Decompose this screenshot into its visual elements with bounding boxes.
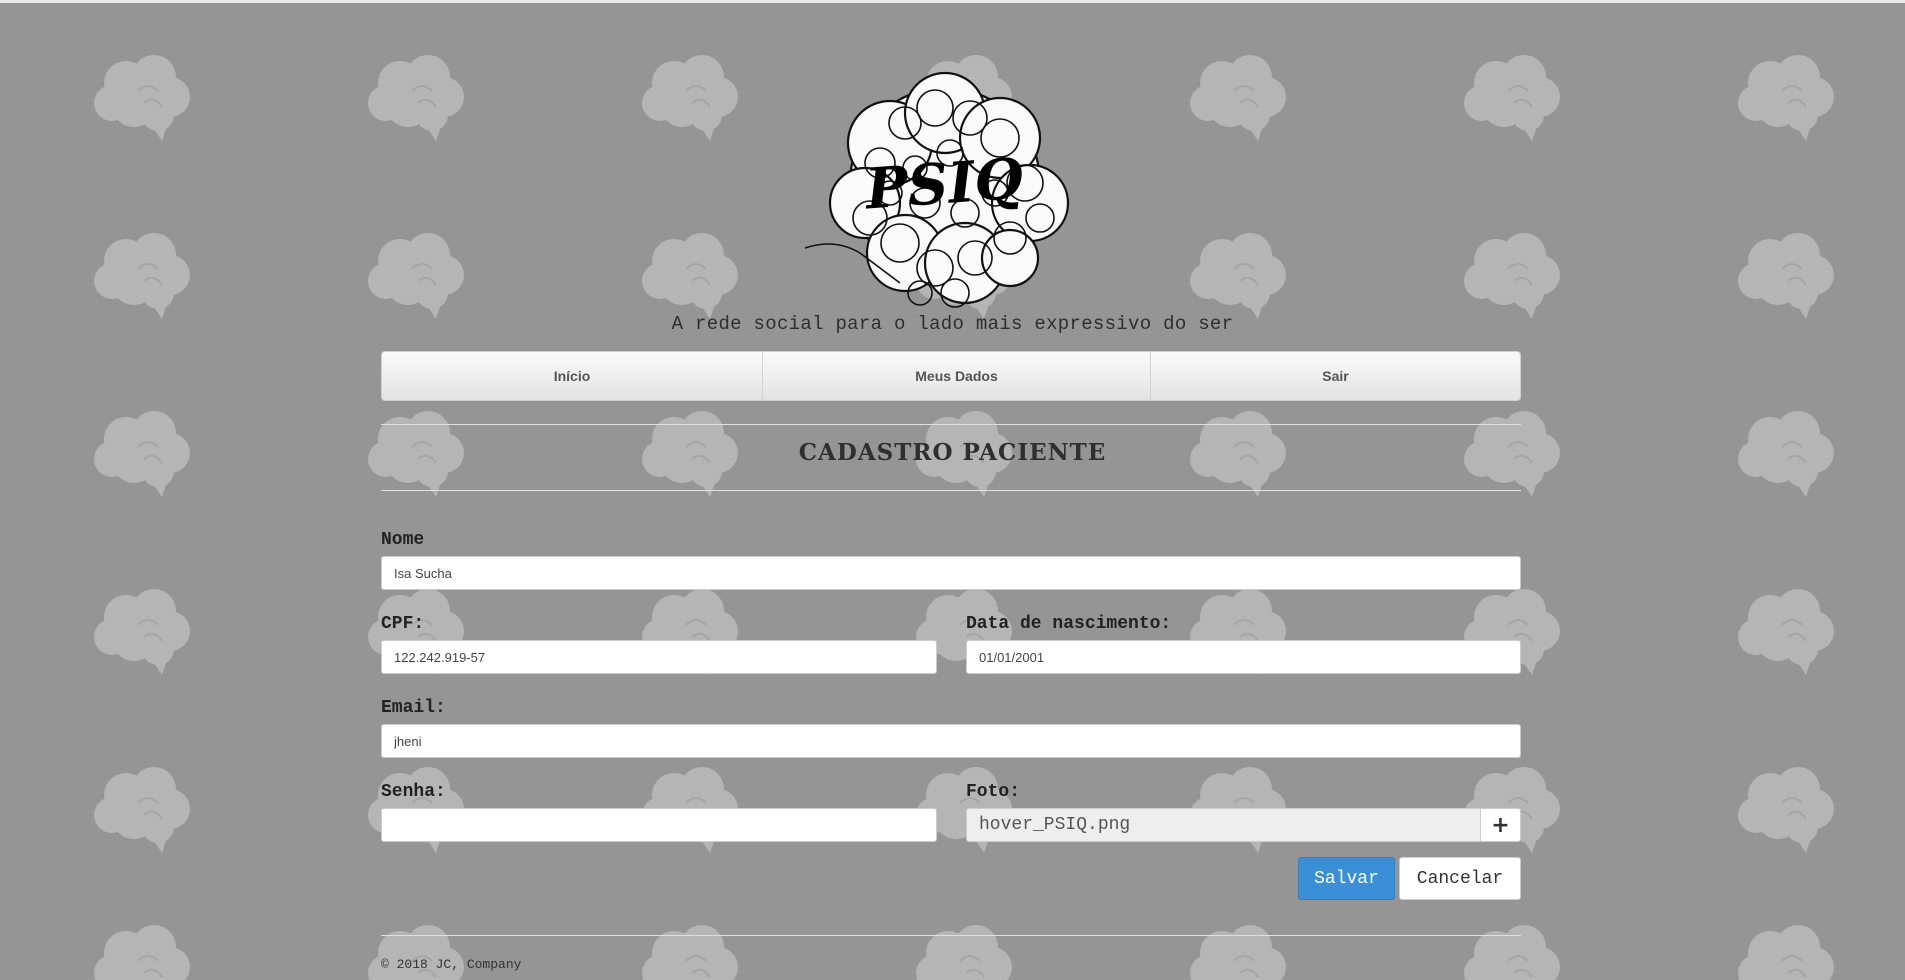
email-input[interactable]: [381, 724, 1521, 758]
divider-footer: [381, 935, 1521, 936]
main-navbar: Início Meus Dados Sair: [381, 351, 1521, 401]
divider-bottom: [381, 490, 1521, 491]
cpf-input[interactable]: [381, 640, 937, 674]
nav-meus-dados[interactable]: Meus Dados: [763, 352, 1151, 400]
senha-input[interactable]: [381, 808, 937, 842]
foto-filename[interactable]: hover_PSIQ.png: [967, 809, 1480, 841]
nav-inicio[interactable]: Início: [382, 352, 763, 400]
tagline: A rede social para o lado mais expressiv…: [671, 313, 1234, 335]
data-nascimento-label: Data de nascimento:: [966, 614, 1172, 634]
foto-label: Foto:: [966, 782, 1021, 802]
logo-text: PSIQ: [862, 146, 1026, 223]
foto-file-input[interactable]: hover_PSIQ.png +: [966, 808, 1521, 842]
save-button[interactable]: Salvar: [1298, 857, 1395, 900]
data-nascimento-input[interactable]: [966, 640, 1521, 674]
cpf-label: CPF:: [381, 614, 425, 634]
nome-label: Nome: [381, 530, 425, 550]
footer-copyright: © 2018 JC, Company: [381, 957, 522, 972]
cancel-button[interactable]: Cancelar: [1399, 857, 1521, 900]
plus-icon[interactable]: +: [1480, 809, 1520, 841]
psiq-logo: PSIQ: [804, 71, 1070, 308]
page: PSIQ A rede social para o lado mais expr…: [0, 3, 1905, 980]
nav-sair[interactable]: Sair: [1151, 352, 1520, 400]
senha-label: Senha:: [381, 782, 446, 802]
nome-input[interactable]: [381, 556, 1521, 590]
email-label: Email:: [381, 698, 446, 718]
page-title: CADASTRO PACIENTE: [798, 439, 1107, 466]
divider-top: [381, 424, 1521, 425]
